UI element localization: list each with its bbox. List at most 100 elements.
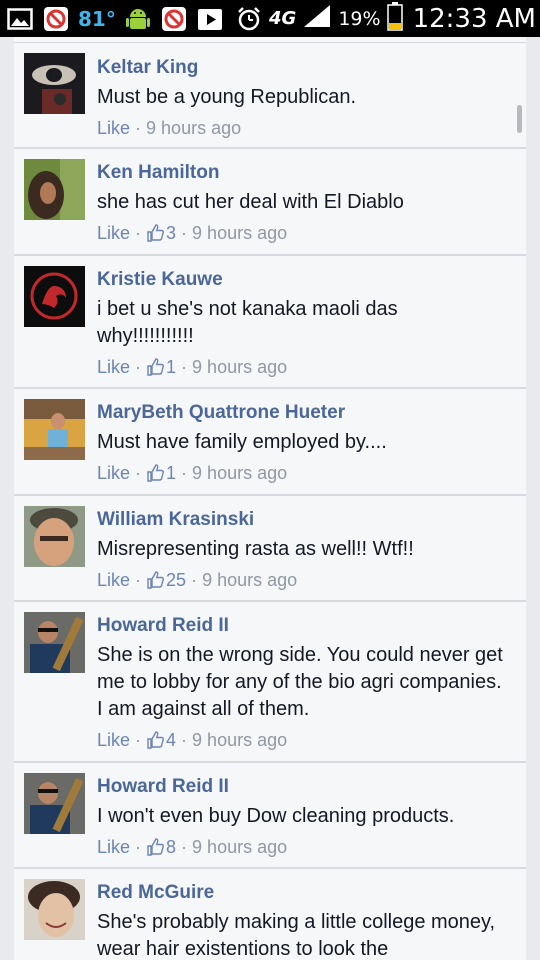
like-button[interactable]: Like: [97, 568, 130, 592]
comment-author[interactable]: William Krasinski: [97, 508, 506, 532]
comment-time: 9 hours ago: [202, 570, 298, 590]
avatar[interactable]: [24, 879, 85, 940]
like-button[interactable]: Like: [97, 835, 130, 859]
comment-time: 9 hours ago: [192, 463, 288, 483]
avatar[interactable]: [24, 53, 85, 114]
thumbs-up-icon: [146, 731, 164, 749]
comment-item: Howard Reid II I won't even buy Dow clea…: [14, 763, 526, 869]
comment-text: I won't even buy Dow cleaning products.: [97, 805, 455, 827]
comment-author[interactable]: MaryBeth Quattrone Hueter: [97, 401, 506, 425]
like-count-value: 1: [166, 463, 177, 483]
notification-icon: [160, 6, 188, 32]
avatar[interactable]: [24, 159, 85, 220]
separator-dot: ·: [135, 837, 142, 857]
temperature-text: 81°: [78, 6, 116, 31]
comment-text: Must have family employed by....: [97, 431, 387, 453]
separator-dot: ·: [181, 223, 188, 243]
comment-time: 9 hours ago: [192, 730, 288, 750]
like-count-value: 4: [166, 730, 177, 750]
like-button[interactable]: Like: [97, 116, 130, 140]
comment-author[interactable]: Ken Hamilton: [97, 161, 506, 185]
separator-dot: ·: [135, 118, 142, 138]
separator-dot: ·: [135, 570, 142, 590]
comment-text: She's probably making a little college m…: [97, 911, 496, 960]
comment-author[interactable]: Keltar King: [97, 56, 506, 80]
notification-icon: [42, 6, 70, 32]
comment-item: Keltar King Must be a young Republican. …: [14, 43, 526, 149]
comment-time: 9 hours ago: [146, 118, 242, 138]
comment-author[interactable]: Red McGuire: [97, 881, 506, 905]
like-count-value: 25: [166, 570, 187, 590]
separator-dot: ·: [181, 837, 188, 857]
comment-time: 9 hours ago: [192, 357, 288, 377]
thumbs-up-icon: [146, 224, 164, 242]
android-icon: [124, 6, 152, 32]
like-count[interactable]: 8: [146, 835, 176, 859]
like-button[interactable]: Like: [97, 728, 130, 752]
separator-dot: ·: [135, 223, 142, 243]
comment-item: MaryBeth Quattrone Hueter Must have fami…: [14, 389, 526, 496]
avatar[interactable]: [24, 612, 85, 673]
comment-author[interactable]: Kristie Kauwe: [97, 268, 506, 292]
like-count-value: 1: [166, 357, 177, 377]
thumbs-up-icon: [146, 358, 164, 376]
separator-dot: ·: [135, 357, 142, 377]
like-count[interactable]: 4: [146, 728, 176, 752]
separator-dot: ·: [181, 463, 188, 483]
like-count-value: 3: [166, 223, 177, 243]
comment-meta: Like · 8 · 9 hours ago: [97, 835, 506, 859]
comment-time: 9 hours ago: [192, 837, 288, 857]
avatar[interactable]: [24, 266, 85, 327]
comment-author[interactable]: Howard Reid II: [97, 775, 506, 799]
play-store-icon: [196, 6, 224, 32]
scrollbar[interactable]: [517, 105, 522, 133]
comment-meta: Like · 1 · 9 hours ago: [97, 461, 506, 485]
like-button[interactable]: Like: [97, 355, 130, 379]
network-type-text: 4G: [269, 8, 297, 29]
avatar[interactable]: [24, 506, 85, 567]
comment-author[interactable]: Howard Reid II: [97, 614, 506, 638]
comment-meta: Like · 3 · 9 hours ago: [97, 221, 506, 245]
separator-dot: ·: [135, 730, 142, 750]
like-count[interactable]: 3: [146, 221, 176, 245]
status-bar: 81° 4G 19% 12:33 AM: [0, 0, 540, 37]
comment-text: she has cut her deal with El Diablo: [97, 191, 404, 213]
thumbs-up-icon: [146, 838, 164, 856]
separator-dot: ·: [181, 357, 188, 377]
like-count-value: 8: [166, 837, 177, 857]
comment-text: Misrepresenting rasta as well!! Wtf!!: [97, 538, 414, 560]
like-button[interactable]: Like: [97, 221, 130, 245]
avatar[interactable]: [24, 399, 85, 460]
comment-item: Kristie Kauwe i bet u she's not kanaka m…: [14, 256, 526, 389]
comment-meta: Like · 25 · 9 hours ago: [97, 568, 506, 592]
comments-feed[interactable]: Keltar King Must be a young Republican. …: [14, 37, 526, 960]
like-button[interactable]: Like: [97, 461, 130, 485]
comment-meta: Like · 9 hours ago: [97, 116, 506, 140]
comment-item: Howard Reid II She is on the wrong side.…: [14, 602, 526, 763]
like-count[interactable]: 25: [146, 568, 186, 592]
separator-dot: ·: [191, 570, 198, 590]
comment-item: William Krasinski Misrepresenting rasta …: [14, 496, 526, 602]
comment-item: Red McGuire She's probably making a litt…: [14, 869, 526, 960]
like-count[interactable]: 1: [146, 355, 176, 379]
signal-icon: [302, 3, 332, 34]
thumbs-up-icon: [146, 571, 164, 589]
comment-text: Must be a young Republican.: [97, 86, 357, 108]
comment-text: i bet u she's not kanaka maoli das why!!…: [97, 298, 398, 347]
avatar[interactable]: [24, 773, 85, 834]
comment-meta: Like · 1 · 9 hours ago: [97, 355, 506, 379]
thumbs-up-icon: [146, 464, 164, 482]
alarm-icon: [235, 6, 263, 32]
picture-icon: [6, 6, 34, 32]
comment-meta: Like · 4 · 9 hours ago: [97, 728, 506, 752]
separator-dot: ·: [181, 730, 188, 750]
clock-text: 12:33 AM: [412, 3, 536, 34]
comment-item: Ken Hamilton she has cut her deal with E…: [14, 149, 526, 256]
status-bar-right: 4G 19% 12:33 AM: [235, 0, 536, 37]
battery-icon: [386, 1, 403, 36]
like-count[interactable]: 1: [146, 461, 176, 485]
comment-text: She is on the wrong side. You could neve…: [97, 644, 503, 720]
status-bar-left: 81°: [6, 4, 224, 33]
battery-percent-text: 19%: [338, 7, 381, 30]
comment-time: 9 hours ago: [192, 223, 288, 243]
